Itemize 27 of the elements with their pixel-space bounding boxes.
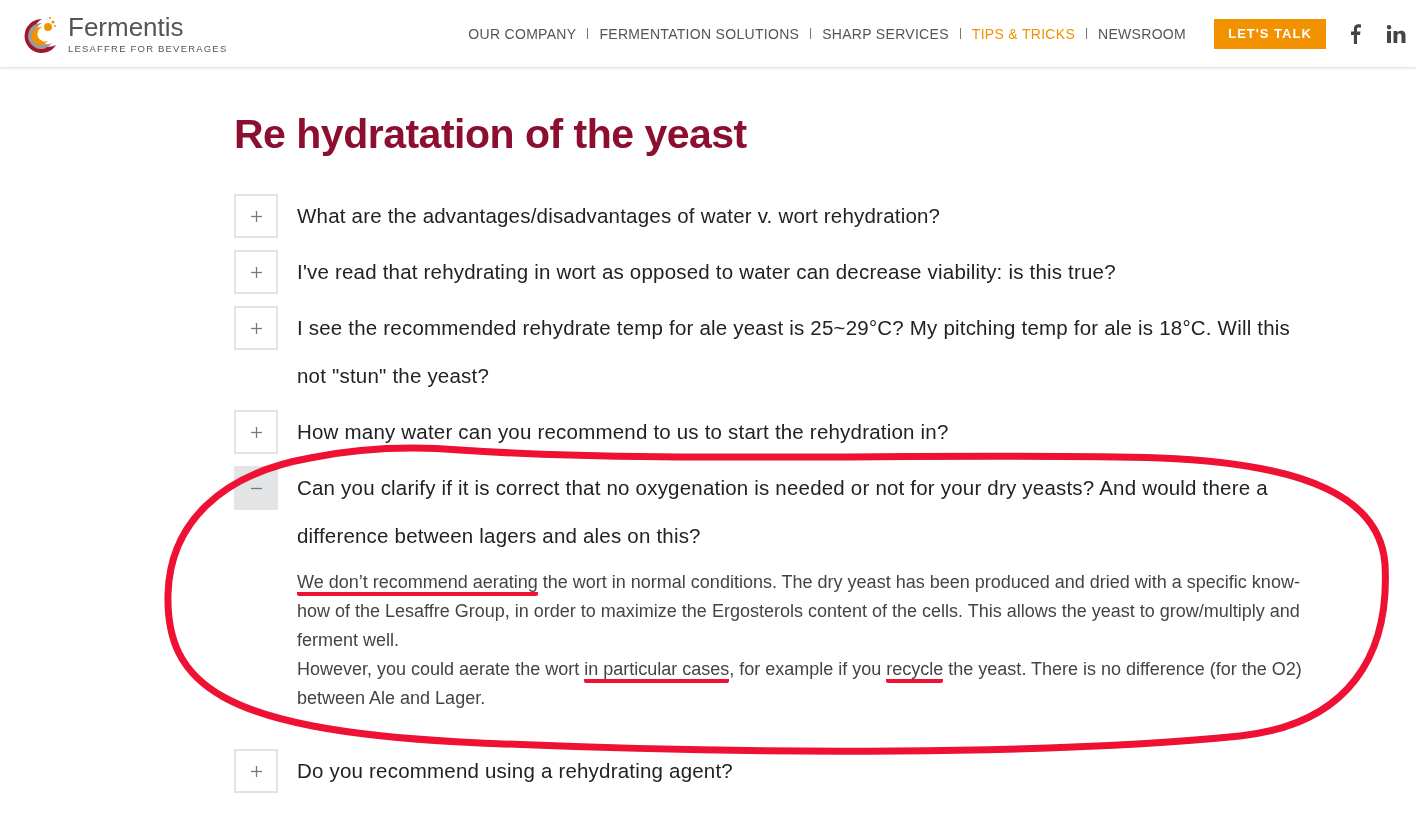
nav-link[interactable]: FERMENTATION SOLUTIONS: [599, 25, 800, 42]
nav-link[interactable]: SHARP SERVICES: [822, 25, 949, 42]
expand-toggle[interactable]: [234, 306, 278, 350]
plus-icon: [250, 426, 262, 438]
expand-toggle[interactable]: [234, 194, 278, 238]
logo-name: Fermentis: [68, 13, 185, 40]
faq-question[interactable]: Do you recommend using a rehydrating agent?: [297, 747, 733, 795]
linkedin-icon: [1387, 24, 1406, 43]
plus-icon: [250, 210, 262, 222]
expand-toggle[interactable]: [234, 410, 278, 454]
logo-tagline: LESAFFRE FOR BEVERAGES: [68, 42, 228, 54]
faq-question[interactable]: What are the advantages/disadvantages of water v. wort rehydration?: [297, 192, 941, 240]
page-title: Re hydratation of the yeast: [234, 111, 748, 158]
nav-link[interactable]: NEWSROOM: [1098, 25, 1186, 42]
facebook-icon: [1350, 23, 1361, 44]
plus-icon: [250, 266, 262, 278]
plus-icon: [250, 322, 262, 334]
plus-icon: [250, 765, 262, 777]
nav-link[interactable]: OUR COMPANY: [468, 25, 577, 42]
faq-question[interactable]: I've read that rehydrating in wort as opposed to water can decrease viability: is this true?: [297, 248, 1116, 296]
faq-question[interactable]: How many water can you recommend to us to start the rehydration in?: [297, 408, 949, 456]
faq-question[interactable]: I see the recommended rehydrate temp for ale yeast is 25~29°C? My pitching temp for ale is 18°C. Will this not "stun" the yeast?: [297, 304, 1306, 400]
expand-toggle[interactable]: [234, 250, 278, 294]
expand-toggle[interactable]: [234, 749, 278, 793]
answer-paragraph: We don’t recommend aerating the wort in normal conditions. The dry yeast has been produced and dried with a specific know-how of the Lesaffre Group, in order to maximize the Ergosterols content of the cells. This allows the yeast to grow/multiply and ferment well.: [297, 571, 1301, 652]
faq-question[interactable]: Can you clarify if it is correct that no oxygenation is needed or not for your dry yeasts? And would there a difference between lagers and ales on this?: [297, 464, 1306, 560]
answer-paragraph: However, you could aerate the wort in particular cases, for example if you recycle the yeast. There is no difference (for the O2) between Ale and Lager.: [297, 658, 1303, 710]
